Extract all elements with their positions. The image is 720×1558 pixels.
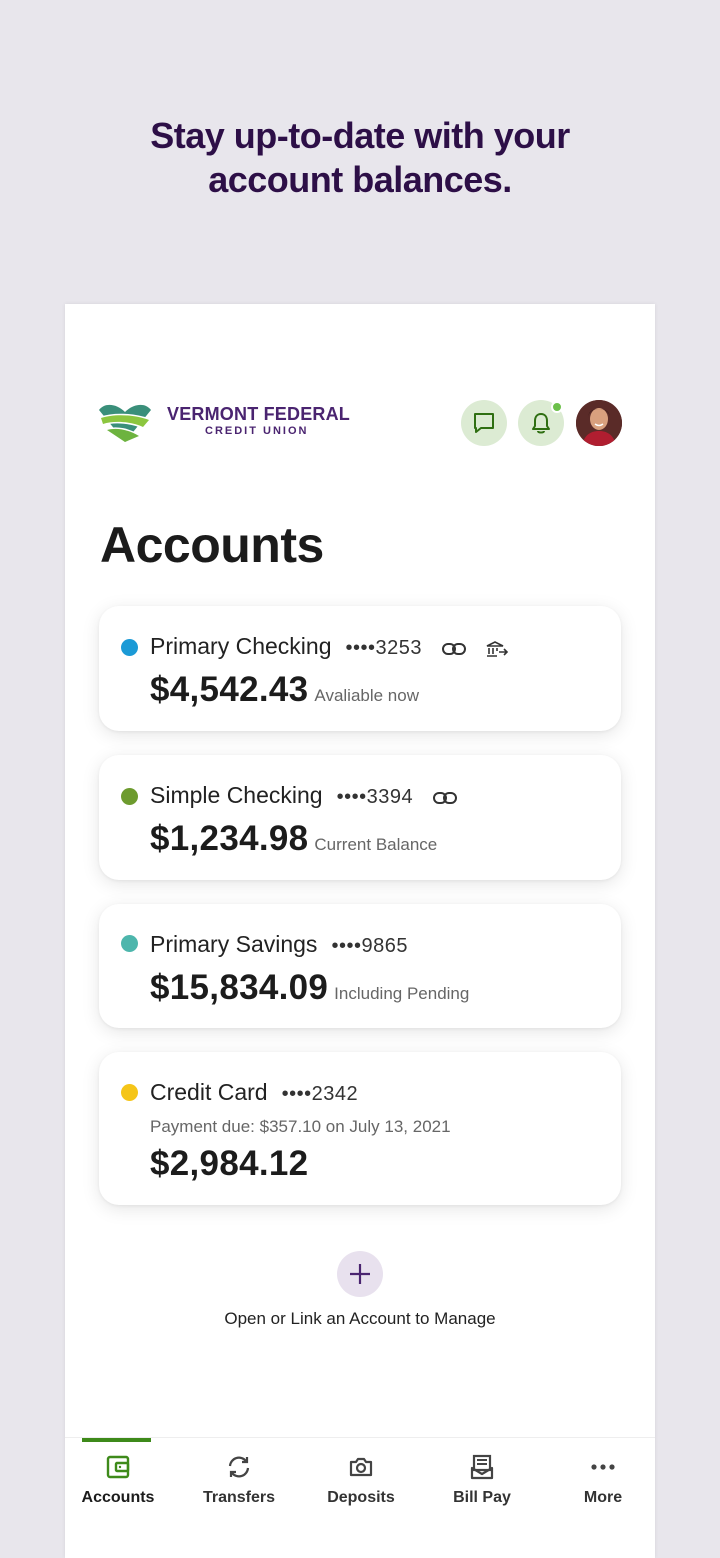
tab-label: Bill Pay	[453, 1489, 511, 1506]
headline-line-1: Stay up-to-date with your	[150, 115, 570, 156]
account-name: Primary Savings	[150, 931, 318, 957]
notifications-button[interactable]	[518, 400, 564, 446]
plus-icon	[350, 1264, 370, 1284]
account-number-mask: ••••3394	[336, 786, 414, 808]
add-account-button[interactable]	[337, 1251, 383, 1297]
add-account-label[interactable]: Open or Link an Account to Manage	[65, 1309, 655, 1329]
account-name: Primary Checking	[150, 633, 332, 659]
account-balance: $15,834.09	[150, 968, 329, 1007]
account-balance: $2,984.12	[150, 1144, 309, 1183]
tab-label: More	[583, 1489, 623, 1506]
more-icon	[591, 1464, 615, 1470]
avatar-icon	[576, 400, 622, 446]
balance-note: Current Balance	[314, 835, 438, 854]
balance-row: $4,542.43 Avaliable now	[150, 670, 419, 710]
brand-name-line-2: CREDIT UNION	[205, 425, 309, 437]
bank-transfer-icon	[486, 641, 508, 658]
account-name-row: Simple Checking ••••3394	[150, 782, 458, 810]
account-number-mask: ••••3253	[345, 637, 422, 659]
link-icon	[442, 643, 467, 656]
balance-row: $15,834.09 Including Pending	[150, 968, 469, 1008]
account-card-primary-checking[interactable]: Primary Checking ••••3253 $4,542.43 Avalia…	[99, 606, 621, 731]
wallet-icon	[106, 1455, 130, 1479]
tab-label: Accounts	[81, 1489, 155, 1506]
bell-icon	[532, 413, 550, 434]
chat-icon	[474, 413, 494, 433]
camera-icon	[349, 1457, 373, 1477]
bill-icon	[470, 1454, 494, 1480]
account-card-credit-card[interactable]: Credit Card ••••2342 Payment due: $357.10…	[99, 1052, 621, 1205]
account-color-dot	[121, 639, 138, 656]
account-color-dot	[121, 935, 138, 952]
headline-line-2: account balances.	[208, 159, 512, 200]
heart-logo-icon	[99, 404, 151, 442]
refresh-icon	[228, 1456, 250, 1478]
brand-name-line-1: VERMONT FEDERAL	[167, 404, 350, 424]
bottom-tab-bar: Accounts Transfers Deposits Bill Pay Mor…	[65, 1437, 655, 1558]
account-balance: $1,234.98	[150, 819, 309, 858]
balance-note: Including Pending	[334, 984, 470, 1003]
profile-avatar[interactable]	[576, 400, 622, 446]
active-tab-indicator	[82, 1438, 151, 1442]
account-number-mask: ••••9865	[331, 935, 408, 957]
balance-row: $2,984.12	[150, 1144, 308, 1184]
tab-transfers[interactable]: Transfers	[184, 1438, 294, 1538]
account-card-primary-savings[interactable]: Primary Savings ••••9865 $15,834.09 Includ…	[99, 904, 621, 1028]
tab-accounts[interactable]: Accounts	[63, 1438, 173, 1538]
balance-row: $1,234.98 Current Balance	[150, 819, 437, 859]
account-name-row: Primary Checking ••••3253	[150, 633, 509, 661]
account-name: Credit Card	[150, 1079, 268, 1105]
account-icons	[436, 634, 508, 661]
account-card-simple-checking[interactable]: Simple Checking ••••3394 $1,234.98 Current…	[99, 755, 621, 880]
messages-button[interactable]	[461, 400, 507, 446]
tab-label: Transfers	[202, 1489, 276, 1506]
account-color-dot	[121, 788, 138, 805]
marketing-headline: Stay up-to-date with your account balanc…	[0, 114, 720, 202]
brand-logo: VERMONT FEDERAL CREDIT UNION	[97, 400, 357, 448]
account-color-dot	[121, 1084, 138, 1101]
account-icons	[427, 783, 458, 810]
tab-deposits[interactable]: Deposits	[306, 1438, 416, 1538]
account-name: Simple Checking	[150, 782, 323, 808]
payment-due-text: Payment due: $357.10 on July 13, 2021	[150, 1117, 451, 1136]
balance-note: Avaliable now	[314, 686, 419, 705]
account-name-row: Primary Savings ••••9865	[150, 931, 408, 958]
account-balance: $4,542.43	[150, 670, 309, 709]
app-screen: VERMONT FEDERAL CREDIT UNION Accounts Pr…	[65, 304, 655, 1558]
account-number-mask: ••••2342	[281, 1083, 359, 1105]
tab-bill-pay[interactable]: Bill Pay	[427, 1438, 537, 1538]
account-name-row: Credit Card ••••2342	[150, 1079, 358, 1106]
notification-badge	[551, 401, 563, 413]
tab-label: Deposits	[327, 1489, 395, 1506]
page-title: Accounts	[100, 517, 324, 573]
tab-more[interactable]: More	[548, 1438, 658, 1538]
link-icon	[433, 792, 458, 805]
